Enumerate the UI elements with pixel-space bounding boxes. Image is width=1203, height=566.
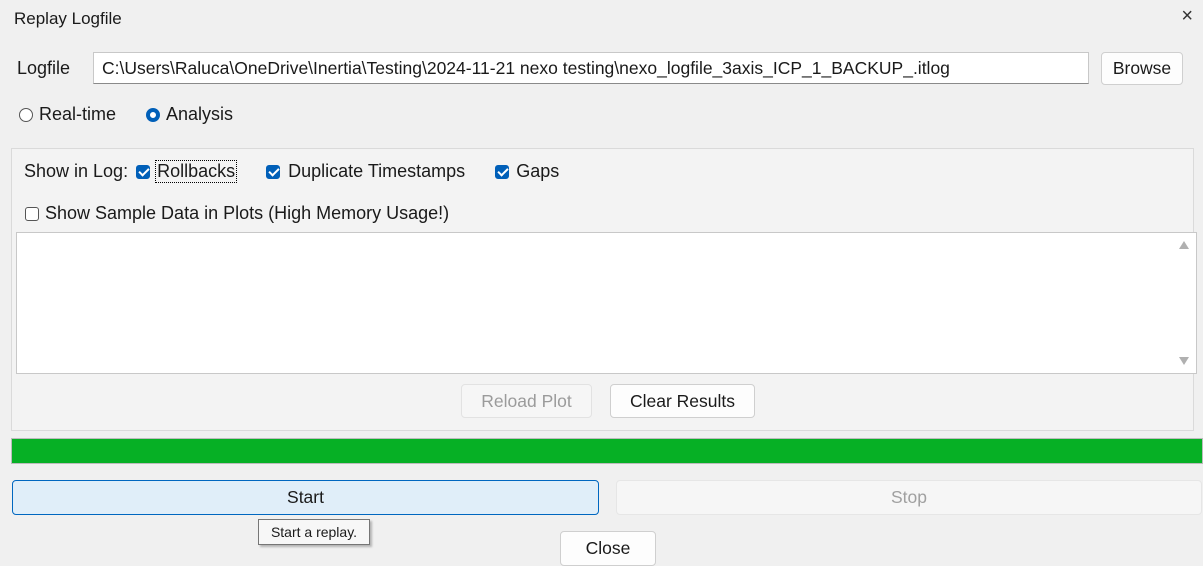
rollbacks-checkbox[interactable] <box>136 164 151 179</box>
close-icon[interactable]: × <box>1181 6 1193 26</box>
clear-results-button[interactable]: Clear Results <box>610 384 755 418</box>
show-in-log-row: Show in Log: Rollbacks Duplicate Timesta… <box>24 160 559 183</box>
log-output-textarea[interactable] <box>16 232 1197 374</box>
start-tooltip: Start a replay. <box>258 519 370 545</box>
analysis-radio-label[interactable]: Analysis <box>166 104 233 125</box>
progress-bar <box>11 438 1203 464</box>
realtime-radio[interactable] <box>19 107 33 122</box>
gaps-label[interactable]: Gaps <box>516 161 559 182</box>
scroll-up-arrow-icon[interactable] <box>1179 241 1189 249</box>
sample-data-row: Show Sample Data in Plots (High Memory U… <box>25 203 449 224</box>
start-button[interactable]: Start <box>12 480 599 515</box>
logfile-path-input[interactable]: C:\Users\Raluca\OneDrive\Inertia\Testing… <box>93 52 1089 84</box>
sample-data-checkbox[interactable] <box>25 206 39 221</box>
duplicate-timestamps-label[interactable]: Duplicate Timestamps <box>288 161 465 182</box>
window-title: Replay Logfile <box>14 9 122 28</box>
mode-radio-group: Real-time Analysis <box>19 104 233 125</box>
rollbacks-label[interactable]: Rollbacks <box>155 160 238 183</box>
show-in-log-label: Show in Log: <box>24 161 129 181</box>
scroll-down-arrow-icon[interactable] <box>1179 357 1189 365</box>
reload-plot-button[interactable]: Reload Plot <box>461 384 592 418</box>
close-button[interactable]: Close <box>560 531 656 566</box>
realtime-radio-label[interactable]: Real-time <box>39 104 116 125</box>
logfile-label: Logfile <box>17 58 71 78</box>
duplicate-timestamps-checkbox[interactable] <box>266 164 281 179</box>
analysis-radio[interactable] <box>146 107 161 122</box>
sample-data-label[interactable]: Show Sample Data in Plots (High Memory U… <box>45 203 449 224</box>
stop-button[interactable]: Stop <box>616 480 1202 515</box>
gaps-checkbox[interactable] <box>495 164 510 179</box>
browse-button[interactable]: Browse <box>1101 52 1183 85</box>
progress-bar-fill <box>12 439 1202 463</box>
